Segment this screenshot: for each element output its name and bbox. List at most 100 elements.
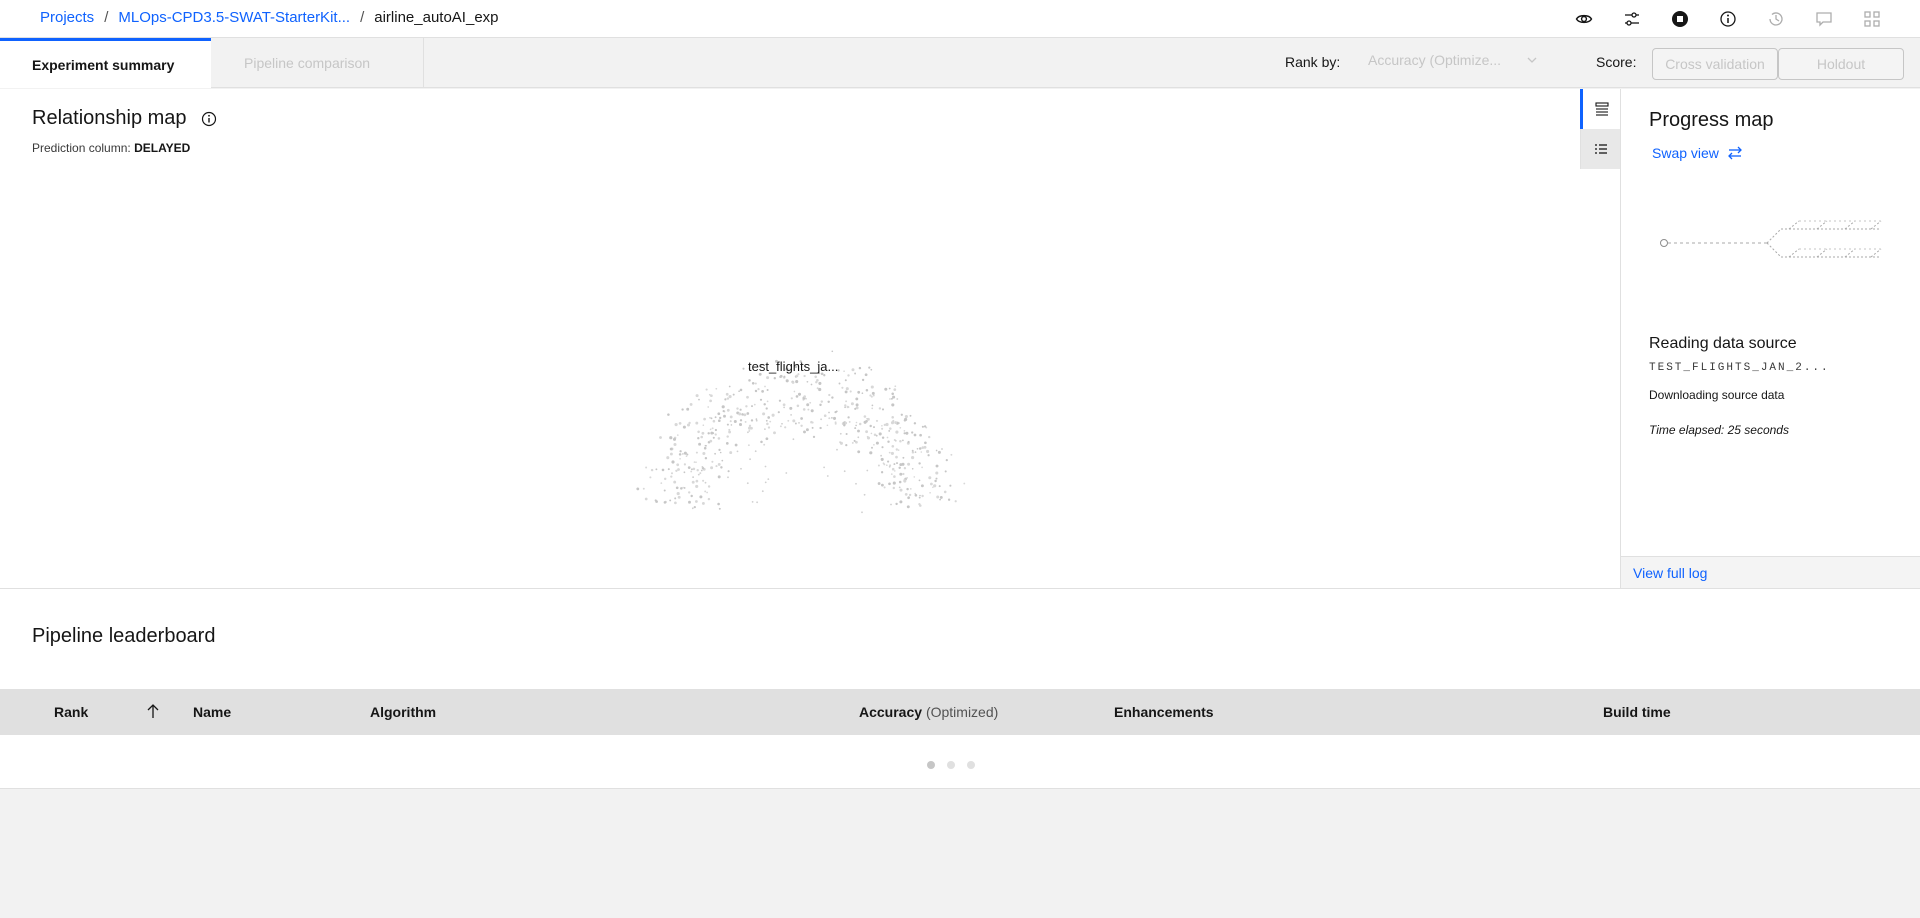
data-structure-icon[interactable] <box>1848 0 1896 38</box>
graph-point <box>667 413 670 416</box>
graph-point <box>761 490 764 493</box>
graph-point <box>714 428 718 432</box>
graph-point <box>803 430 806 434</box>
graph-point <box>683 471 686 474</box>
graph-point <box>902 472 905 476</box>
graph-point <box>913 422 917 425</box>
graph-point <box>835 410 838 413</box>
summary-view-icon[interactable] <box>1580 89 1620 129</box>
graph-point <box>888 451 891 454</box>
column-enhancements[interactable]: Enhancements <box>1114 704 1214 720</box>
graph-point <box>935 464 939 468</box>
relationship-graph[interactable] <box>620 249 980 529</box>
rank-by-select[interactable]: Accuracy (Optimize... <box>1368 52 1538 68</box>
history-icon[interactable] <box>1752 0 1800 38</box>
graph-point <box>697 430 700 434</box>
rank-by-value: Accuracy (Optimize... <box>1368 52 1502 68</box>
graph-point <box>739 419 743 422</box>
graph-point <box>760 440 763 444</box>
column-build-time[interactable]: Build time <box>1603 704 1671 720</box>
information-icon[interactable] <box>201 111 217 127</box>
holdout-button[interactable]: Holdout <box>1778 48 1904 80</box>
data-source-node-label[interactable]: test_flights_ja... <box>748 359 838 374</box>
graph-point <box>777 411 780 414</box>
graph-point <box>873 426 875 429</box>
graph-point <box>670 475 673 478</box>
column-name[interactable]: Name <box>193 704 231 720</box>
graph-point <box>893 470 896 472</box>
graph-point <box>891 416 894 419</box>
breadcrumb-separator: / <box>104 9 109 26</box>
graph-point <box>762 412 766 416</box>
graph-point <box>911 456 915 460</box>
graph-point <box>816 387 819 390</box>
graph-point <box>826 424 829 427</box>
graph-point <box>679 457 681 460</box>
graph-point <box>871 391 875 395</box>
graph-point <box>781 422 783 425</box>
graph-point <box>880 471 884 474</box>
graph-point <box>903 467 907 470</box>
graph-point <box>755 418 758 420</box>
graph-point <box>725 392 729 396</box>
eye-icon[interactable] <box>1560 0 1608 38</box>
prediction-column-label: Prediction column: <box>32 141 131 155</box>
list-view-icon[interactable] <box>1580 129 1620 169</box>
graph-point <box>857 429 860 433</box>
graph-point <box>661 468 665 472</box>
graph-point <box>940 447 944 451</box>
graph-point <box>918 447 922 450</box>
graph-point <box>881 408 885 411</box>
graph-point <box>683 486 686 489</box>
swap-view-link[interactable]: Swap view <box>1652 145 1743 161</box>
graph-point <box>695 421 699 425</box>
graph-point <box>890 451 894 455</box>
graph-point <box>779 425 782 428</box>
information-icon[interactable] <box>1704 0 1752 38</box>
graph-point <box>715 387 718 390</box>
progress-status: Downloading source data <box>1649 388 1785 402</box>
graph-point <box>670 472 674 475</box>
graph-point <box>682 425 686 429</box>
graph-point <box>895 448 898 451</box>
graph-point <box>869 424 872 428</box>
tab-pipeline-comparison[interactable]: Pipeline comparison <box>211 38 424 88</box>
graph-point <box>718 507 721 510</box>
graph-point <box>880 457 884 461</box>
graph-point <box>906 487 909 491</box>
graph-point <box>904 417 908 422</box>
graph-point <box>729 451 733 455</box>
graph-point <box>898 486 901 489</box>
graph-point <box>850 402 854 406</box>
column-accuracy-label: Accuracy <box>859 704 923 720</box>
graph-point <box>858 366 862 370</box>
view-full-log-link[interactable]: View full log <box>1633 565 1707 581</box>
graph-point <box>826 475 829 477</box>
graph-point <box>707 406 710 408</box>
tab-experiment-summary[interactable]: Experiment summary <box>0 38 211 88</box>
column-accuracy[interactable]: Accuracy (Optimized) <box>859 704 998 720</box>
graph-point <box>887 460 890 463</box>
graph-point <box>730 424 733 426</box>
graph-point <box>754 389 758 393</box>
graph-point <box>796 404 800 408</box>
column-algorithm[interactable]: Algorithm <box>370 704 436 720</box>
graph-point <box>903 478 906 481</box>
graph-point <box>909 414 912 417</box>
graph-point <box>885 464 888 467</box>
graph-point <box>692 476 694 478</box>
graph-point <box>669 499 672 502</box>
graph-point <box>935 471 939 475</box>
graph-point <box>918 462 921 465</box>
settings-adjust-icon[interactable] <box>1608 0 1656 38</box>
breadcrumb-projects[interactable]: Projects <box>40 9 94 26</box>
chat-icon[interactable] <box>1800 0 1848 38</box>
breadcrumb-project[interactable]: MLOps-CPD3.5-SWAT-StarterKit... <box>118 9 350 26</box>
leaderboard-title: Pipeline leaderboard <box>32 625 216 647</box>
column-rank[interactable]: Rank <box>54 704 88 720</box>
graph-point <box>675 469 678 472</box>
sort-ascending-icon[interactable] <box>146 703 160 722</box>
graph-point <box>792 438 795 441</box>
stop-icon[interactable] <box>1656 0 1704 38</box>
cross-validation-button[interactable]: Cross validation <box>1652 48 1778 80</box>
